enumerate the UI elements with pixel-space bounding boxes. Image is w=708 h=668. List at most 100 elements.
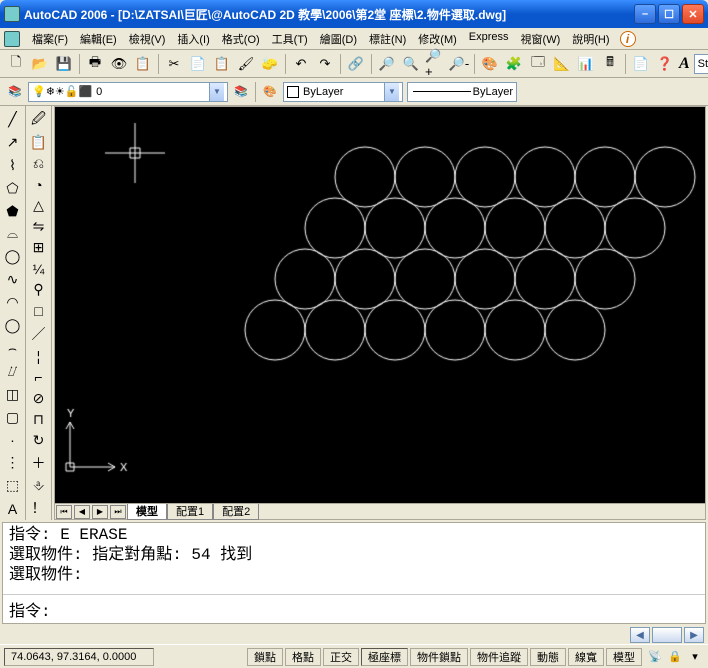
layer-combo[interactable]: 💡❄☀🔓⬛ 0 ▼ xyxy=(28,82,228,102)
tray-icon[interactable]: ▾ xyxy=(686,648,704,666)
modify-tool[interactable]: ／ xyxy=(28,323,50,345)
menu-item[interactable]: 工具(T) xyxy=(266,29,314,49)
modify-tool[interactable]: ⊘ xyxy=(28,389,50,408)
modify-tool[interactable]: ⚲ xyxy=(28,280,50,299)
menu-item[interactable]: 檔案(F) xyxy=(26,29,74,49)
toolbar-button[interactable]: 🗋 xyxy=(5,53,27,75)
command-input-row[interactable]: 指令: xyxy=(3,595,705,623)
menu-item[interactable]: 格式(O) xyxy=(216,29,266,49)
toolbar-button[interactable]: 🗔 xyxy=(527,53,549,75)
modify-tool[interactable]: ⎌ xyxy=(28,154,50,173)
draw-tool[interactable]: ◫ xyxy=(2,384,24,405)
status-toggle[interactable]: 鎖點 xyxy=(247,648,283,666)
modify-tool[interactable]: ⇋ xyxy=(28,217,50,236)
draw-tool[interactable]: · xyxy=(2,429,24,450)
toolbar-button[interactable]: ❓ xyxy=(654,53,676,75)
toolbar-button[interactable]: 🎨 xyxy=(479,53,501,75)
textstyle-combo[interactable]: Stand xyxy=(694,54,708,74)
draw-tool[interactable]: ⌰ xyxy=(2,361,24,382)
menu-item[interactable]: Express xyxy=(463,29,515,49)
toolbar-button[interactable]: 🧽 xyxy=(259,53,281,75)
tab-first-icon[interactable]: ⏮ xyxy=(56,505,72,519)
status-toggle[interactable]: 正交 xyxy=(323,648,359,666)
modify-tool[interactable]: ⎀ xyxy=(28,476,50,495)
toolbar-button[interactable]: 📐 xyxy=(551,53,573,75)
menu-item[interactable]: 插入(I) xyxy=(171,29,215,49)
tab-prev-icon[interactable]: ◀ xyxy=(74,505,90,519)
toolbar-button[interactable]: 📋 xyxy=(211,53,233,75)
tab-next-icon[interactable]: ▶ xyxy=(92,505,108,519)
draw-tool[interactable]: ◯ xyxy=(2,315,24,336)
toolbar-button[interactable]: ↷ xyxy=(314,53,336,75)
toolbar-button[interactable]: 👁 xyxy=(108,53,130,75)
draw-tool[interactable]: ⌇ xyxy=(2,155,24,176)
modify-tool[interactable]: ⌐ xyxy=(28,368,50,387)
tab-last-icon[interactable]: ⏭ xyxy=(110,505,126,519)
toolbar-button[interactable]: 📊 xyxy=(575,53,597,75)
status-toggle[interactable]: 格點 xyxy=(285,648,321,666)
toolbar-button[interactable]: 💾 xyxy=(53,53,75,75)
scroll-right-icon[interactable]: ▶ xyxy=(684,627,704,643)
modify-tool[interactable]: ＋ xyxy=(28,452,50,474)
toolbar-button[interactable]: ✂ xyxy=(163,53,185,75)
modify-tool[interactable]: □ xyxy=(28,302,50,321)
draw-tool[interactable]: ⌢ xyxy=(2,338,24,359)
toolbar-button[interactable]: 🖌 xyxy=(235,53,257,75)
menu-item[interactable]: 編輯(E) xyxy=(74,29,123,49)
status-toggle[interactable]: 線寬 xyxy=(568,648,604,666)
modify-tool[interactable]: 📋 xyxy=(28,133,50,152)
color-icon[interactable]: 🎨 xyxy=(259,81,281,103)
toolbar-button[interactable]: 🔎 xyxy=(376,53,398,75)
modify-tool[interactable]: ¦ xyxy=(28,347,50,366)
menu-item[interactable]: 說明(H) xyxy=(566,29,615,49)
status-toggle[interactable]: 極座標 xyxy=(361,648,408,666)
drawing-canvas[interactable] xyxy=(55,107,705,503)
draw-tool[interactable]: ▢ xyxy=(2,407,24,428)
comm-icon[interactable]: 📡 xyxy=(646,648,664,666)
chevron-down-icon[interactable]: ▼ xyxy=(209,83,224,101)
textstyle-icon[interactable]: A xyxy=(678,53,691,75)
status-toggle[interactable]: 模型 xyxy=(606,648,642,666)
toolbar-button[interactable]: 🧩 xyxy=(503,53,525,75)
toolbar-button[interactable]: 🔗 xyxy=(345,53,367,75)
toolbar-button[interactable]: 📂 xyxy=(29,53,51,75)
modify-tool[interactable]: 🖉 xyxy=(28,109,50,131)
menu-item[interactable]: 修改(M) xyxy=(412,29,463,49)
status-toggle[interactable]: 動態 xyxy=(530,648,566,666)
help-icon[interactable]: i xyxy=(620,31,636,47)
toolbar-button[interactable]: 🔎+ xyxy=(424,53,446,75)
toolbar-button[interactable]: ↶ xyxy=(290,53,312,75)
draw-tool[interactable]: ∿ xyxy=(2,269,24,290)
color-combo[interactable]: ByLayer ▼ xyxy=(283,82,403,102)
modify-tool[interactable]: ⊓ xyxy=(28,410,50,429)
modify-tool[interactable]: ⊞ xyxy=(28,238,50,257)
close-button[interactable]: ✕ xyxy=(682,4,704,24)
layout-tab[interactable]: 配置1 xyxy=(167,504,213,520)
draw-tool[interactable]: A xyxy=(2,498,24,519)
toolbar-button[interactable]: 🖩 xyxy=(599,53,621,75)
draw-tool[interactable]: ⬟ xyxy=(2,201,24,222)
scroll-thumb[interactable] xyxy=(652,627,682,643)
modify-tool[interactable]: ↻ xyxy=(28,431,50,450)
scroll-left-icon[interactable]: ◀ xyxy=(630,627,650,643)
toolbar-button[interactable]: 🔎- xyxy=(448,53,470,75)
maximize-button[interactable]: ☐ xyxy=(658,4,680,24)
menu-item[interactable]: 視窗(W) xyxy=(515,29,567,49)
draw-tool[interactable]: ⋮ xyxy=(2,452,24,473)
layout-tab[interactable]: 模型 xyxy=(127,504,167,520)
toolbar-button[interactable]: 📋 xyxy=(132,53,154,75)
linetype-combo[interactable]: ByLayer xyxy=(407,82,517,102)
draw-tool[interactable]: ◯ xyxy=(2,246,24,267)
layer-manager-icon[interactable]: 📚 xyxy=(4,81,26,103)
modify-tool[interactable]: ¼ xyxy=(28,259,50,278)
toolbar-button[interactable]: 🖶 xyxy=(84,53,106,75)
draw-tool[interactable]: ⬠ xyxy=(2,178,24,199)
status-toggle[interactable]: 物件追蹤 xyxy=(470,648,528,666)
status-toggle[interactable]: 物件鎖點 xyxy=(410,648,468,666)
menu-item[interactable]: 檢視(V) xyxy=(123,29,172,49)
toolbar-button[interactable]: 📄 xyxy=(630,53,652,75)
draw-tool[interactable]: ◠ xyxy=(2,292,24,313)
modify-tool[interactable]: ！ xyxy=(28,497,50,519)
layout-tab[interactable]: 配置2 xyxy=(213,504,259,520)
toolbar-button[interactable]: 📄 xyxy=(187,53,209,75)
